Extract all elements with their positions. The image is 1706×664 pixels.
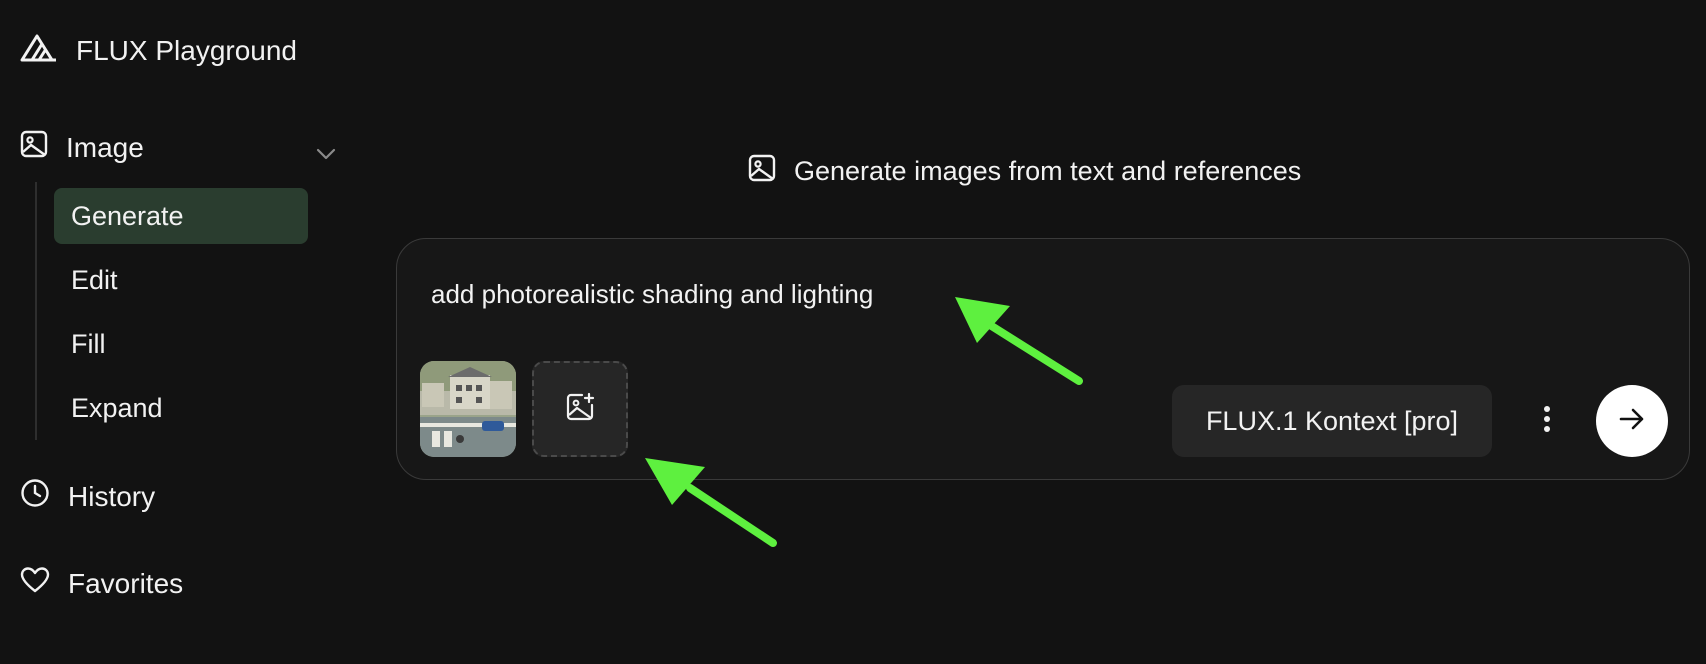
kebab-menu-icon <box>1543 405 1551 438</box>
reference-image-thumbnail[interactable] <box>420 361 516 457</box>
image-plus-icon <box>565 392 595 427</box>
prompt-card: add photorealistic shading and lighting <box>396 238 1690 480</box>
sidebar-item-generate[interactable]: Generate <box>54 188 308 244</box>
more-options-button[interactable] <box>1532 399 1562 443</box>
brand[interactable]: FLUX Playground <box>20 34 297 67</box>
sidebar-item-image[interactable]: Image <box>20 130 336 165</box>
clock-icon <box>20 478 50 515</box>
sidebar-item-label: Favorites <box>68 567 184 599</box>
arrow-right-icon <box>1619 407 1645 436</box>
headline-text: Generate images from text and references <box>794 156 1302 186</box>
sidebar-item-label: Generate <box>71 200 184 231</box>
page-headline: Generate images from text and references <box>748 154 1301 189</box>
sidebar-item-label: History <box>68 480 156 512</box>
image-icon <box>748 154 776 189</box>
sidebar-item-label: Edit <box>71 264 118 295</box>
flux-logo-icon <box>20 34 58 67</box>
subnav-divider <box>35 182 37 440</box>
sidebar-item-label: Image <box>66 131 144 163</box>
app-window: FLUX Playground Image Generate Edit Fill… <box>0 0 1706 664</box>
image-icon <box>20 130 48 165</box>
chevron-down-icon[interactable] <box>316 136 336 168</box>
model-selector[interactable]: FLUX.1 Kontext [pro] <box>1172 385 1492 457</box>
sidebar-item-expand[interactable]: Expand <box>54 380 308 436</box>
sidebar-item-label: Expand <box>71 392 163 423</box>
add-reference-button[interactable] <box>532 361 628 457</box>
heart-icon <box>20 566 50 601</box>
sidebar-item-favorites[interactable]: Favorites <box>20 566 183 601</box>
sidebar-item-edit[interactable]: Edit <box>54 252 308 308</box>
prompt-input[interactable]: add photorealistic shading and lighting <box>431 279 873 310</box>
model-label: FLUX.1 Kontext [pro] <box>1205 405 1459 436</box>
sidebar-item-fill[interactable]: Fill <box>54 316 308 372</box>
submit-button[interactable] <box>1596 385 1668 457</box>
app-title: FLUX Playground <box>76 34 298 66</box>
sidebar-item-label: Fill <box>71 328 106 359</box>
sidebar-item-history[interactable]: History <box>20 478 155 515</box>
